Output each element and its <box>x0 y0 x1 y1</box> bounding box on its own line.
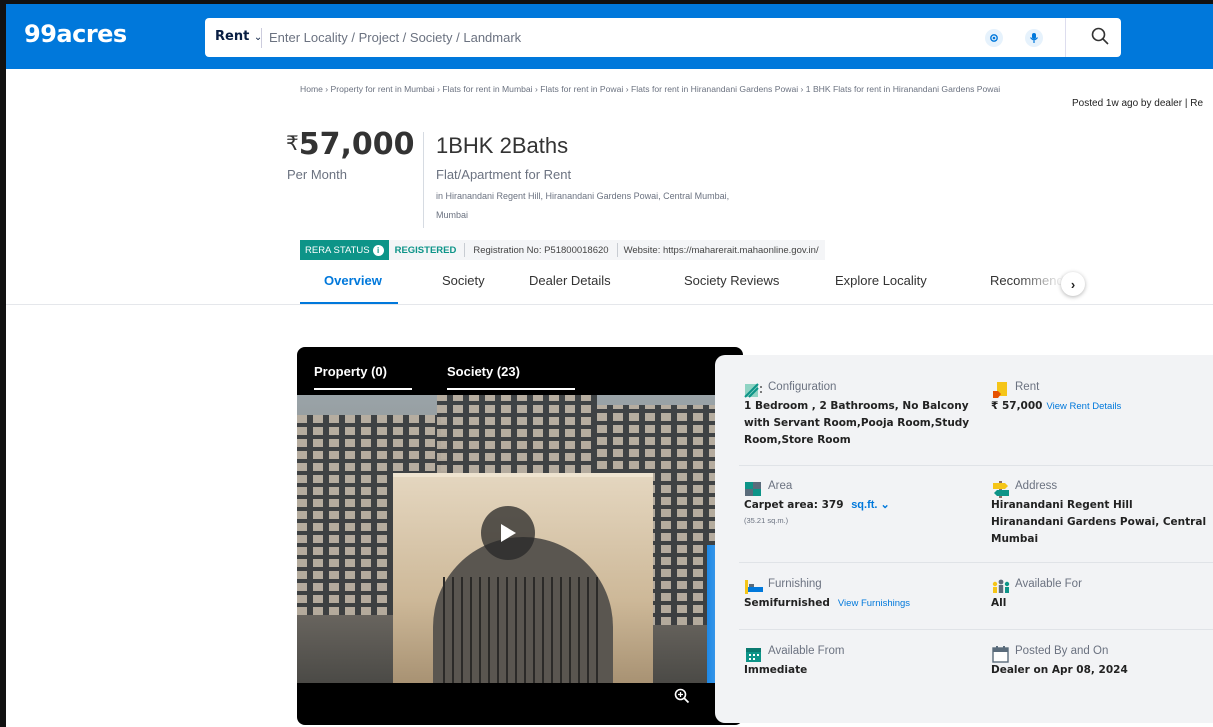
detail-label: Posted By and On <box>1015 645 1109 657</box>
gate-grill <box>443 577 603 683</box>
address-line: Hiranandani Gardens Powai, Central <box>991 516 1207 528</box>
breadcrumb[interactable]: Home › Property for rent in Mumbai › Fla… <box>300 84 1000 94</box>
tab-society-reviews[interactable]: Society Reviews <box>684 273 779 288</box>
rera-registered: REGISTERED <box>394 244 457 256</box>
detail-label: Area <box>768 480 793 492</box>
top-navbar: 99acres Rent ⌄ <box>6 4 1213 69</box>
search-bar: Rent ⌄ <box>205 18 1121 57</box>
rera-registration-number: Registration No: P51800018620 <box>473 244 609 256</box>
search-input[interactable] <box>269 23 969 51</box>
property-type: Flat/Apartment for Rent <box>436 167 572 182</box>
area-value: Carpet area: 379 <box>744 499 844 511</box>
tab-dealer-details[interactable]: Dealer Details <box>529 273 611 288</box>
listing-address: in Hiranandani Regent Hill, Hiranandani … <box>436 191 730 201</box>
area-sqm: (35.21 sq.m.) <box>744 516 789 525</box>
rera-status-badge[interactable]: RERA STATUS i <box>300 240 389 260</box>
zoom-in-icon[interactable] <box>674 688 690 709</box>
configuration-line: with Servant Room,Pooja Room,Study <box>744 417 970 429</box>
chevron-right-icon[interactable]: › <box>1061 272 1085 296</box>
configuration-line: 1 Bedroom , 2 Bathrooms, No Balcony <box>744 400 969 412</box>
rera-bar: RERA STATUS i REGISTERED Registration No… <box>300 240 825 260</box>
tab-explore-locality[interactable]: Explore Locality <box>835 273 927 288</box>
detail-value: 1 Bedroom , 2 Bathrooms, No Balcony with… <box>744 398 969 449</box>
property-photo[interactable] <box>297 395 743 683</box>
entrance-gate <box>393 473 653 683</box>
currency-symbol: ₹ <box>286 133 299 155</box>
address-line: Mumbai <box>991 533 1039 545</box>
divider <box>261 28 262 48</box>
divider <box>6 304 1213 305</box>
media-gallery: Property (0) Society (23) <box>297 347 743 725</box>
rera-status-label: RERA STATUS <box>305 244 370 256</box>
view-rent-details-link[interactable]: View Rent Details <box>1046 401 1121 412</box>
chevron-down-icon: ⌄ <box>880 499 890 511</box>
detail-value: Carpet area: 379 sq.ft. ⌄ <box>744 497 890 514</box>
furnishing-value: Semifurnished <box>744 597 830 609</box>
rent-value: ₹ 57,000 <box>991 400 1043 412</box>
tab-society-photos[interactable]: Society (23) <box>447 364 520 379</box>
configuration-line: Room,Store Room <box>744 434 851 446</box>
divider <box>739 629 1213 630</box>
detail-value: All <box>991 597 1007 609</box>
price-period: Per Month <box>287 167 347 182</box>
tab-property-photos[interactable]: Property (0) <box>314 364 387 379</box>
view-furnishings-link[interactable]: View Furnishings <box>838 598 910 609</box>
divider <box>1065 18 1066 57</box>
tab-society[interactable]: Society <box>442 273 485 288</box>
listing-title: 1BHK 2Baths <box>436 133 569 158</box>
search-mode-label: Rent <box>215 29 250 44</box>
address-line: Hiranandani Regent Hill <box>991 499 1133 511</box>
detail-label: Configuration <box>768 381 837 393</box>
area-unit-dropdown[interactable]: sq.ft. ⌄ <box>851 499 890 511</box>
search-mode-dropdown[interactable]: Rent ⌄ <box>215 29 262 44</box>
detail-value: Immediate <box>744 664 808 676</box>
detail-label: Available For <box>1015 578 1082 590</box>
tab-overview[interactable]: Overview <box>324 273 382 288</box>
info-icon[interactable]: i <box>372 244 384 256</box>
tab-fade <box>1016 270 1064 298</box>
detail-label: Available From <box>768 645 845 657</box>
price: 57,000 <box>298 127 415 162</box>
detail-value: Semifurnished View Furnishings <box>744 595 910 612</box>
play-icon[interactable] <box>481 506 535 560</box>
location-icon[interactable] <box>985 29 1003 47</box>
mic-icon[interactable] <box>1025 29 1043 47</box>
detail-label: Furnishing <box>768 578 822 590</box>
site-logo[interactable]: 99acres <box>24 20 127 48</box>
divider <box>423 132 424 228</box>
posted-info: Posted 1w ago by dealer | Re <box>1072 98 1204 109</box>
detail-label: Rent <box>1015 381 1040 393</box>
area-unit: sq.ft. <box>851 499 878 511</box>
search-icon[interactable] <box>1090 26 1110 51</box>
detail-label: Address <box>1015 480 1058 492</box>
property-details-card: Configuration 1 Bedroom , 2 Bathrooms, N… <box>715 355 1213 723</box>
divider <box>739 562 1213 563</box>
detail-value: ₹ 57,000 View Rent Details <box>991 398 1121 415</box>
media-tab-indicator <box>314 388 412 390</box>
detail-value: Dealer on Apr 08, 2024 <box>991 664 1128 676</box>
media-tab-indicator <box>447 388 575 390</box>
divider <box>739 465 1213 466</box>
price-block: ₹57,000 <box>286 127 415 162</box>
rera-website: Website: https://maharerait.mahaonline.g… <box>623 244 819 256</box>
listing-address-city: Mumbai <box>436 210 469 220</box>
detail-value: Hiranandani Regent Hill Hiranandani Gard… <box>991 497 1206 548</box>
